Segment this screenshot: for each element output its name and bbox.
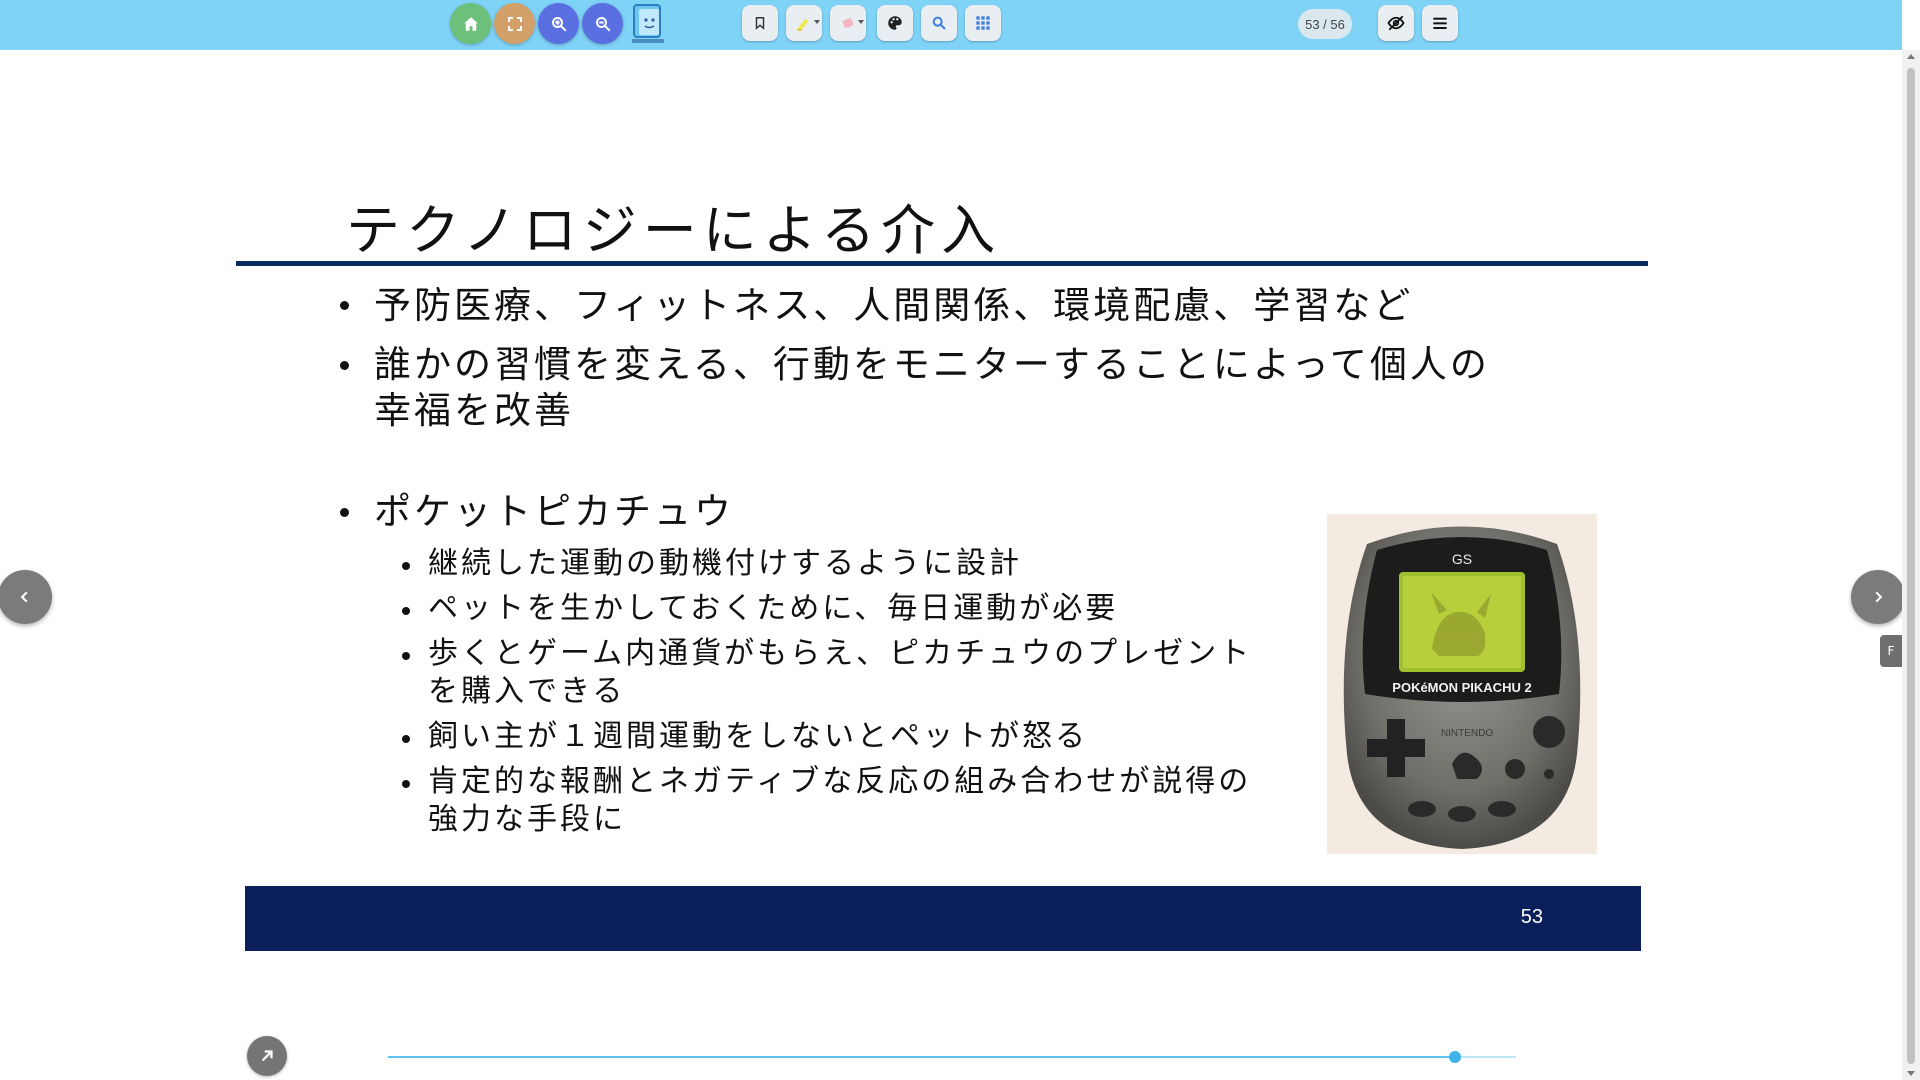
slide-footer: 53 (245, 886, 1641, 951)
bullet-dot (402, 607, 410, 615)
device-maker: NINTENDO (1441, 728, 1493, 739)
pocket-pikachu-photo: GS POKéMON PIKACHU 2 NINTENDO (1327, 514, 1597, 854)
scroll-up-icon[interactable] (1907, 54, 1915, 59)
previous-page-button[interactable] (0, 570, 52, 624)
bullet-text-continued: 幸福を改善 (374, 389, 574, 432)
highlighter-button[interactable] (786, 5, 822, 41)
fullscreen-icon (507, 16, 522, 31)
sub-bullet-text-continued: 強力な手段に (428, 802, 626, 837)
hide-toolbar-button[interactable] (1378, 5, 1414, 41)
chevron-right-icon (1875, 591, 1883, 603)
chevron-left-icon (20, 591, 28, 603)
title-rule (236, 261, 1648, 266)
bullet-text: ポケットピカチュウ (374, 490, 734, 533)
page-counter[interactable]: 53 / 56 (1298, 9, 1352, 39)
app-logo-icon (632, 4, 664, 43)
sub-bullet-text: 歩くとゲーム内通貨がもらえ、ピカチュウのプレゼント (428, 636, 1253, 671)
menu-icon (1433, 17, 1447, 29)
app-logo[interactable] (630, 3, 666, 45)
palette-icon (888, 16, 902, 30)
eraser-button[interactable] (830, 5, 866, 41)
slide-title: テクノロジーによる介入 (346, 199, 1002, 262)
next-page-button[interactable] (1851, 570, 1905, 624)
menu-button[interactable] (1422, 5, 1458, 41)
scrollbar-thumb[interactable] (1907, 68, 1915, 1064)
bullet-text: 予防医療、フィットネス、人間関係、環境配慮、学習など (374, 284, 1414, 327)
progress-fill (388, 1056, 1456, 1058)
search-icon (932, 16, 946, 30)
zoom-out-button[interactable] (582, 3, 623, 44)
device-brand: GS (1452, 551, 1472, 567)
bullet-dot (402, 652, 410, 660)
bullet-dot (340, 301, 349, 310)
grid-view-button[interactable] (965, 5, 1001, 41)
sub-bullet-text-continued: を購入できる (428, 674, 626, 709)
bookmark-button[interactable] (742, 5, 778, 41)
grid-icon (976, 16, 990, 30)
highlighter-dropdown-icon[interactable] (814, 20, 820, 24)
bookmark-icon (755, 17, 765, 30)
sub-bullet-text: 肯定的な報酬とネガティブな反応の組み合わせが説得の (428, 764, 1252, 799)
scroll-down-icon[interactable] (1907, 1071, 1915, 1076)
zoom-in-button[interactable] (538, 3, 579, 44)
progress-handle[interactable] (1449, 1051, 1462, 1063)
home-icon (463, 16, 478, 31)
bullet-dot (340, 508, 349, 517)
bullet-text: 誰かの習慣を変える、行動をモニターすることによって個人の (374, 343, 1490, 386)
zoom-out-icon (595, 16, 610, 31)
pocket-pikachu-device-illustration: GS POKéMON PIKACHU 2 NINTENDO (1327, 514, 1597, 854)
sub-bullet-text: 飼い主が１週間運動をしないとペットが怒る (428, 719, 1088, 754)
bullet-dot (402, 562, 410, 570)
eraser-dropdown-icon[interactable] (858, 20, 864, 24)
zoom-in-icon (551, 16, 566, 31)
bullet-dot (402, 780, 410, 788)
bullet-dot (340, 361, 349, 370)
fullscreen-button[interactable] (494, 3, 535, 44)
sub-bullet-text: ペットを生かしておくために、毎日運動が必要 (428, 591, 1119, 626)
arrow-up-right-icon (261, 1050, 273, 1062)
vertical-scrollbar[interactable] (1902, 50, 1920, 1080)
search-button[interactable] (921, 5, 957, 41)
bullet-dot (402, 735, 410, 743)
highlighter-icon (797, 18, 809, 31)
eye-off-icon (1387, 15, 1405, 31)
page-progress-slider[interactable] (388, 1051, 1516, 1063)
top-toolbar: 53 / 56 (0, 0, 1902, 50)
sub-bullet-text: 継続した運動の動機付けするように設計 (428, 546, 1022, 581)
expand-button[interactable] (247, 1036, 287, 1076)
eraser-icon (842, 18, 854, 28)
device-label: POKéMON PIKACHU 2 (1392, 680, 1531, 695)
side-panel-tab[interactable]: F (1880, 635, 1902, 667)
home-button[interactable] (450, 3, 491, 44)
palette-button[interactable] (877, 5, 913, 41)
slide-page-number: 53 (1520, 906, 1543, 928)
